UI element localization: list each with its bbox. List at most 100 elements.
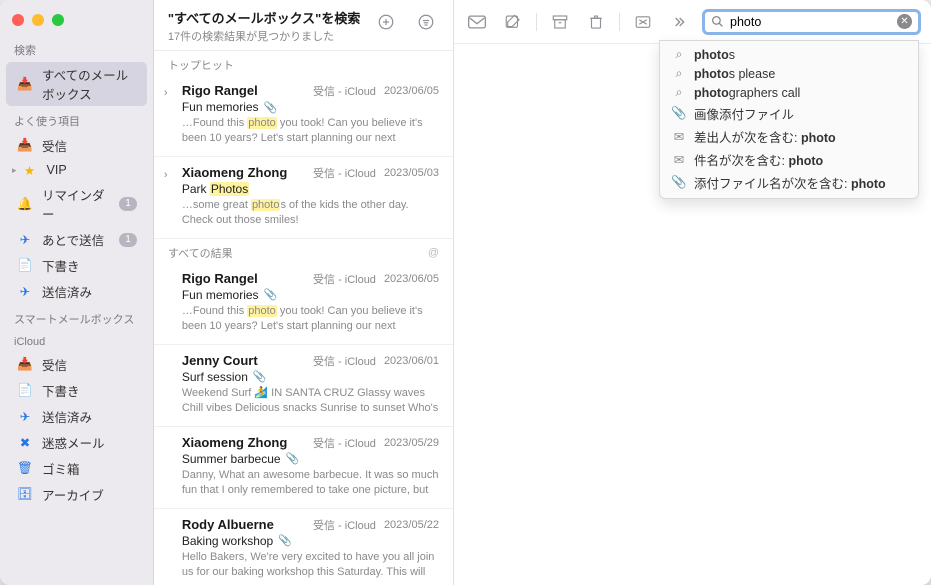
message-subject: Summer barbecue [182, 452, 281, 466]
sidebar-section-title: スマートメールボックス [0, 305, 153, 330]
mailbox-label: すべてのメールボックス [42, 65, 137, 103]
account-label: 受信 - iCloud [313, 83, 376, 99]
sender-name: Jenny Court [182, 353, 258, 368]
archive-icon[interactable] [547, 10, 573, 34]
message-row[interactable]: Rody Albuerne受信 - iCloud2023/05/22Baking… [154, 509, 453, 585]
sidebar-item-drafts[interactable]: 📄下書き [6, 253, 147, 278]
suggestion-text: photographers call [694, 86, 800, 100]
search-suggestion[interactable]: ⌕photos [660, 45, 918, 64]
sidebar-item-all-mailboxes[interactable]: 📥 すべてのメールボックス [6, 62, 147, 106]
sidebar: 検索📥すべてのメールボックスよく使う項目📥受信▸★VIP🔔リマインダー1✈あとで… [0, 0, 154, 585]
message-row[interactable]: ›Rigo Rangel受信 - iCloud2023/06/05Fun mem… [154, 75, 453, 157]
sender-name: Xiaomeng Zhong [182, 435, 287, 450]
mail-window: 検索📥すべてのメールボックスよく使う項目📥受信▸★VIP🔔リマインダー1✈あとで… [0, 0, 931, 585]
message-list-pane: "すべてのメールボックス"を検索 17件の検索結果が見つかりました トップヒット… [154, 0, 454, 585]
thread-chevron-icon[interactable]: › [164, 87, 168, 99]
suggestion-text: 画像添付ファイル [694, 104, 794, 123]
search-input[interactable] [730, 15, 891, 29]
message-date: 2023/05/22 [384, 519, 439, 531]
sidebar-item-inbox[interactable]: 📥 受信 [6, 133, 147, 158]
chevron-right-icon: ▸ [12, 165, 17, 176]
mailbox-icon: 🗄 [16, 487, 34, 502]
mailbox-icon: ✖ [16, 435, 34, 450]
sidebar-item-reminders[interactable]: 🔔リマインダー1 [6, 182, 147, 226]
contact-icon: @ [428, 247, 439, 259]
search-suggestions: ⌕photos⌕photos please ⌕ photographers call… [659, 40, 919, 199]
suggestion-icon: ✉ [672, 152, 686, 167]
search-suggestion[interactable]: 📎 画像添付ファイル [660, 102, 918, 125]
trash-icon[interactable] [583, 10, 609, 34]
message-row[interactable]: Xiaomeng Zhong受信 - iCloud2023/05/29Summe… [154, 427, 453, 509]
sidebar-section-title: iCloud [0, 330, 153, 351]
search-suggestion[interactable]: ⌕photos please [660, 64, 918, 83]
search-scope-title: "すべてのメールボックス"を検索 [168, 8, 373, 27]
suggestion-text: photos please [694, 67, 775, 81]
attachment-icon: 📎 [253, 370, 267, 383]
toolbar-separator [619, 13, 620, 31]
suggestion-icon: ⌕ [672, 85, 686, 100]
mailbox-label: VIP [47, 163, 137, 177]
attachment-icon: 📎 [278, 534, 292, 547]
mailbox-label: ゴミ箱 [42, 459, 137, 478]
more-icon[interactable] [666, 10, 692, 34]
search-suggestion[interactable]: ✉差出人が次を含む: photo [660, 125, 918, 148]
sidebar-item-icloud-trash[interactable]: 🗑 ゴミ箱 [6, 456, 147, 481]
message-date: 2023/06/05 [384, 273, 439, 285]
sidebar-item-icloud-drafts[interactable]: 📄下書き [6, 378, 147, 403]
mailbox-label: 受信 [42, 136, 137, 155]
window-controls [0, 8, 153, 36]
mailbox-icon: 🔔 [16, 197, 34, 212]
account-label: 受信 - iCloud [313, 517, 376, 533]
attachment-icon: 📎 [264, 288, 278, 301]
search-suggestion[interactable]: ✉件名が次を含む: photo [660, 148, 918, 171]
sidebar-item-icloud-sent[interactable]: ✈送信済み [6, 404, 147, 429]
sidebar-item-icloud-inbox[interactable]: 📥受信 [6, 352, 147, 377]
mailbox-label: リマインダー [42, 185, 111, 223]
mailbox-icon: 📥 [16, 77, 34, 92]
sidebar-item-send-later[interactable]: ✈あとで送信1 [6, 227, 147, 252]
suggestion-text: photos [694, 48, 735, 62]
mailbox-label: 送信済み [42, 407, 137, 426]
section-all-results: すべての結果@ [154, 239, 453, 263]
mailbox-label: 下書き [42, 381, 137, 400]
mailbox-icon: ✈ [16, 284, 34, 299]
message-date: 2023/05/03 [384, 167, 439, 179]
sidebar-item-icloud-archive[interactable]: 🗄 アーカイブ [6, 482, 147, 507]
message-subject: Fun memories [182, 288, 259, 302]
sidebar-item-sent[interactable]: ✈送信済み [6, 279, 147, 304]
close-window-button[interactable] [12, 14, 24, 26]
search-field[interactable]: ✕ [702, 9, 921, 35]
zoom-window-button[interactable] [52, 14, 64, 26]
toolbar-separator [536, 13, 537, 31]
reading-pane: ✕ ⌕photos⌕photos please ⌕ photographers ca… [454, 0, 931, 585]
mark-read-icon[interactable] [464, 10, 490, 34]
search-icon [711, 15, 724, 28]
search-suggestion[interactable]: 📎添付ファイル名が次を含む: photo [660, 171, 918, 194]
clear-search-icon[interactable]: ✕ [897, 14, 912, 29]
message-list[interactable]: トップヒット›Rigo Rangel受信 - iCloud2023/06/05F… [154, 51, 453, 585]
mailbox-label: あとで送信 [42, 230, 111, 249]
minimize-window-button[interactable] [32, 14, 44, 26]
message-row[interactable]: Rigo Rangel受信 - iCloud2023/06/05Fun memo… [154, 263, 453, 345]
thread-chevron-icon[interactable]: › [164, 169, 168, 181]
compose-icon[interactable] [500, 10, 526, 34]
sender-name: Rody Albuerne [182, 517, 274, 532]
filter-icon[interactable] [413, 10, 439, 34]
suggestion-icon: 📎 [672, 106, 686, 121]
message-row[interactable]: ›Xiaomeng Zhong受信 - iCloud2023/05/03Park… [154, 157, 453, 239]
sidebar-item-vip[interactable]: ▸ ★ VIP [6, 159, 147, 181]
new-message-icon[interactable] [373, 10, 399, 34]
mailbox-label: アーカイブ [42, 485, 137, 504]
sidebar-item-icloud-junk[interactable]: ✖迷惑メール [6, 430, 147, 455]
message-row[interactable]: Jenny Court受信 - iCloud2023/06/01Surf ses… [154, 345, 453, 427]
unread-badge: 1 [119, 233, 137, 247]
message-preview: Danny, What an awesome barbecue. It was … [182, 468, 439, 498]
mailbox-icon: 📥 [16, 138, 34, 153]
search-suggestion[interactable]: ⌕ photographers call [660, 83, 918, 102]
junk-icon[interactable] [630, 10, 656, 34]
mailbox-icon: ★ [21, 163, 39, 178]
message-date: 2023/06/05 [384, 85, 439, 97]
mailbox-icon: 🗑 [16, 461, 34, 476]
message-preview: Weekend Surf 🏄 IN SANTA CRUZ Glassy wave… [182, 386, 439, 416]
account-label: 受信 - iCloud [313, 271, 376, 287]
